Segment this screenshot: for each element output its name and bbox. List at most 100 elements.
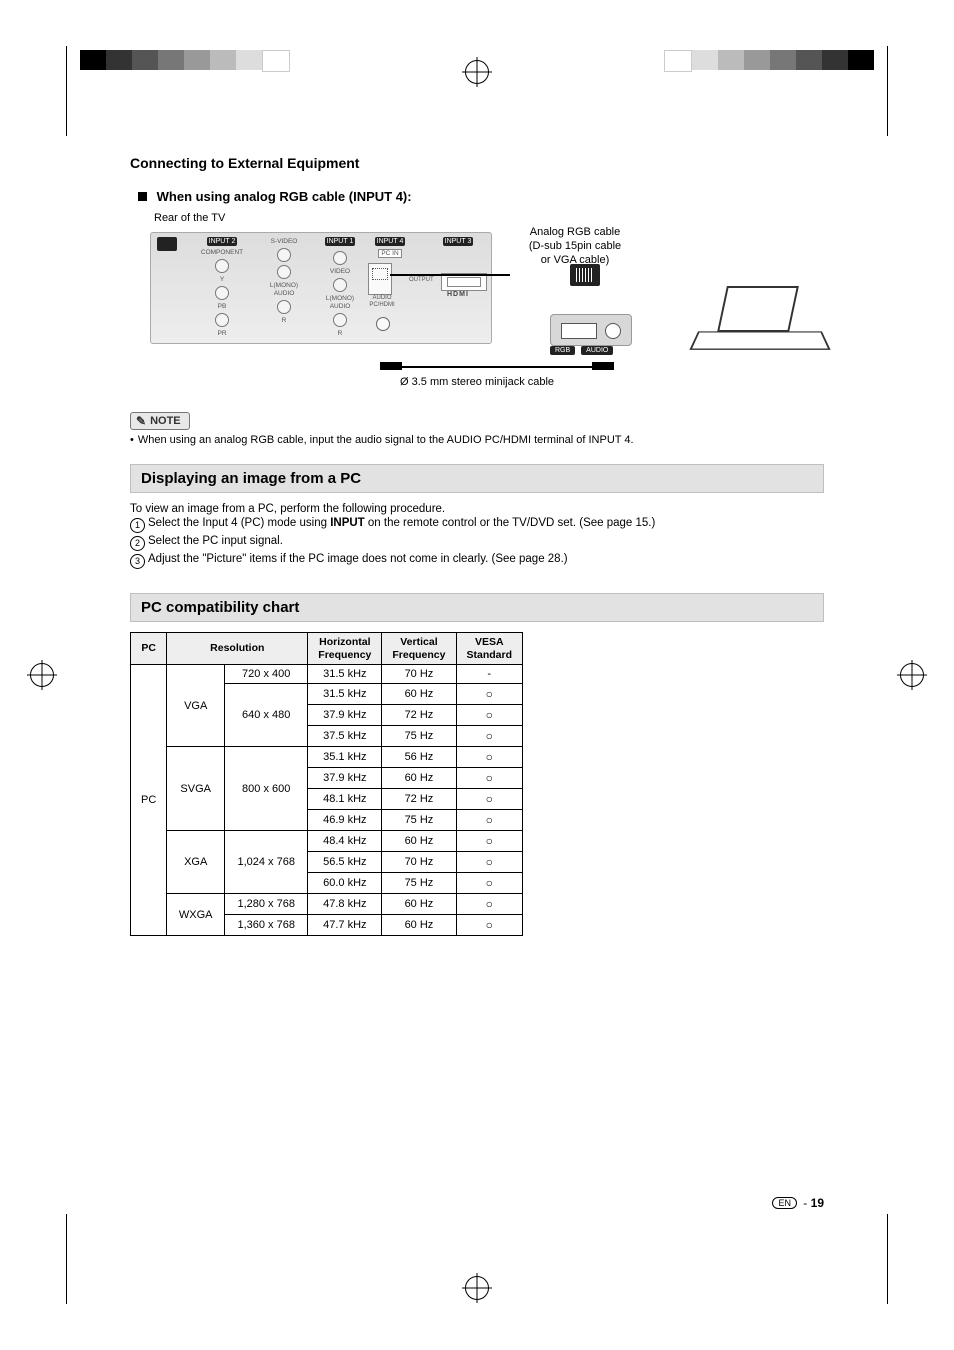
output-label: OUTPUT: [409, 277, 434, 283]
cell: 37.9 kHz: [308, 768, 382, 789]
rear-tv-label: Rear of the TV: [154, 212, 824, 224]
y-label: Y: [195, 276, 249, 283]
crop-tick: [66, 46, 67, 136]
r-label2: R: [313, 330, 367, 337]
cell: ○: [456, 852, 523, 873]
rgb-port-label: RGB: [550, 346, 575, 355]
pin-icon: ✎: [136, 414, 146, 428]
input-bold: INPUT: [330, 517, 365, 529]
minijack-plug-icon: [592, 362, 614, 370]
cell: 60 Hz: [382, 768, 456, 789]
table-row: XGA 1,024 x 768 48.4 kHz 60 Hz ○: [131, 831, 523, 852]
cell: ○: [456, 747, 523, 768]
laptop-icon: [694, 286, 824, 356]
th-hfreq: HorizontalFrequency: [308, 633, 382, 665]
cell: 60 Hz: [382, 915, 456, 936]
cell: ○: [456, 810, 523, 831]
r-label: R: [257, 317, 311, 324]
crop-tick: [887, 46, 888, 136]
cell: 47.8 kHz: [308, 894, 382, 915]
cell: 48.1 kHz: [308, 789, 382, 810]
cell: 640 x 480: [225, 684, 308, 747]
audio-label: AUDIO: [257, 290, 311, 297]
cell: ○: [456, 894, 523, 915]
step-3: 3Adjust the "Picture" items if the PC im…: [130, 553, 824, 569]
footer-sep: -: [803, 1196, 807, 1210]
th-resolution: Resolution: [167, 633, 308, 665]
cell: 60.0 kHz: [308, 873, 382, 894]
cell: 72 Hz: [382, 705, 456, 726]
vga-plug-icon: [570, 264, 600, 286]
input1-label: INPUT 1: [325, 237, 356, 246]
pc-cell: PC: [131, 665, 167, 936]
cell: 70 Hz: [382, 852, 456, 873]
compat-chart-heading: PC compatibility chart: [130, 593, 824, 622]
lmono-label2: L(MONO): [313, 295, 367, 302]
cell: 75 Hz: [382, 810, 456, 831]
th-vfreq: VerticalFrequency: [382, 633, 456, 665]
cell: 60 Hz: [382, 831, 456, 852]
registration-mark-left: [30, 663, 54, 687]
pcin-label: PC IN: [378, 249, 401, 258]
displaying-pc-heading: Displaying an image from a PC: [130, 464, 824, 493]
crop-tick: [887, 1214, 888, 1304]
cell: 75 Hz: [382, 726, 456, 747]
pb-label: PB: [195, 303, 249, 310]
pc-rgb-audio-panel-icon: [550, 314, 632, 346]
cell: 1,024 x 768: [225, 831, 308, 894]
lmono-label: L(MONO): [257, 282, 311, 289]
note-text-content: When using an analog RGB cable, input th…: [138, 434, 634, 446]
hdmi-label: HDMI: [447, 291, 469, 298]
cell: ○: [456, 873, 523, 894]
audio-jack-icon: [376, 317, 390, 331]
cell: ○: [456, 915, 523, 936]
cell: 75 Hz: [382, 873, 456, 894]
square-bullet-icon: [138, 192, 147, 201]
cell: 72 Hz: [382, 789, 456, 810]
rgb-heading-text: When using analog RGB cable (INPUT 4):: [157, 189, 412, 204]
input3-label: INPUT 3: [443, 237, 474, 246]
cell: 31.5 kHz: [308, 684, 382, 705]
cable-line: [390, 274, 510, 276]
cell: ○: [456, 705, 523, 726]
step-1: 1Select the Input 4 (PC) mode using INPU…: [130, 517, 824, 533]
cell: 56.5 kHz: [308, 852, 382, 873]
registration-mark-right: [900, 663, 924, 687]
component-label: COMPONENT: [195, 249, 249, 256]
video-label: VIDEO: [313, 268, 367, 275]
cell: ○: [456, 684, 523, 705]
cell: ○: [456, 831, 523, 852]
cell: 720 x 400: [225, 665, 308, 684]
cell: ○: [456, 768, 523, 789]
cell: 1,360 x 768: [225, 915, 308, 936]
cell: ○: [456, 789, 523, 810]
crop-tick: [66, 1214, 67, 1304]
cell: 800 x 600: [225, 747, 308, 831]
tv-rear-panel-graphic: INPUT 2 COMPONENT Y PB PR S-VIDEO L(MONO…: [150, 232, 492, 344]
rgb-heading: When using analog RGB cable (INPUT 4):: [138, 189, 824, 204]
pc-port-labels: RGB AUDIO: [550, 346, 613, 355]
displaying-pc-intro: To view an image from a PC, perform the …: [130, 503, 824, 515]
cell: 1,280 x 768: [225, 894, 308, 915]
cell: 31.5 kHz: [308, 665, 382, 684]
audio-pc-hdmi-label: AUDIO PC/HDMI: [364, 295, 400, 308]
analog-rgb-cable-label: Analog RGB cable (D-sub 15pin cable or V…: [505, 226, 645, 267]
pr-label: PR: [195, 330, 249, 337]
audio-label2: AUDIO: [313, 303, 367, 310]
cell: 56 Hz: [382, 747, 456, 768]
lang-badge: EN: [772, 1197, 797, 1209]
headphone-icon: [157, 237, 177, 251]
color-bar-left: [80, 50, 290, 72]
audio-cable-line: [382, 366, 602, 368]
cell: ○: [456, 726, 523, 747]
page-title: Connecting to External Equipment: [130, 155, 824, 171]
cell: 60 Hz: [382, 894, 456, 915]
vga-port-icon: [368, 263, 392, 295]
th-vesa: VESAStandard: [456, 633, 523, 665]
color-bar-right: [664, 50, 874, 72]
cell: 47.7 kHz: [308, 915, 382, 936]
input2-label: INPUT 2: [207, 237, 238, 246]
minijack-cable-label: Ø 3.5 mm stereo minijack cable: [400, 376, 554, 388]
cell: 70 Hz: [382, 665, 456, 684]
table-row: WXGA 1,280 x 768 47.8 kHz 60 Hz ○: [131, 894, 523, 915]
